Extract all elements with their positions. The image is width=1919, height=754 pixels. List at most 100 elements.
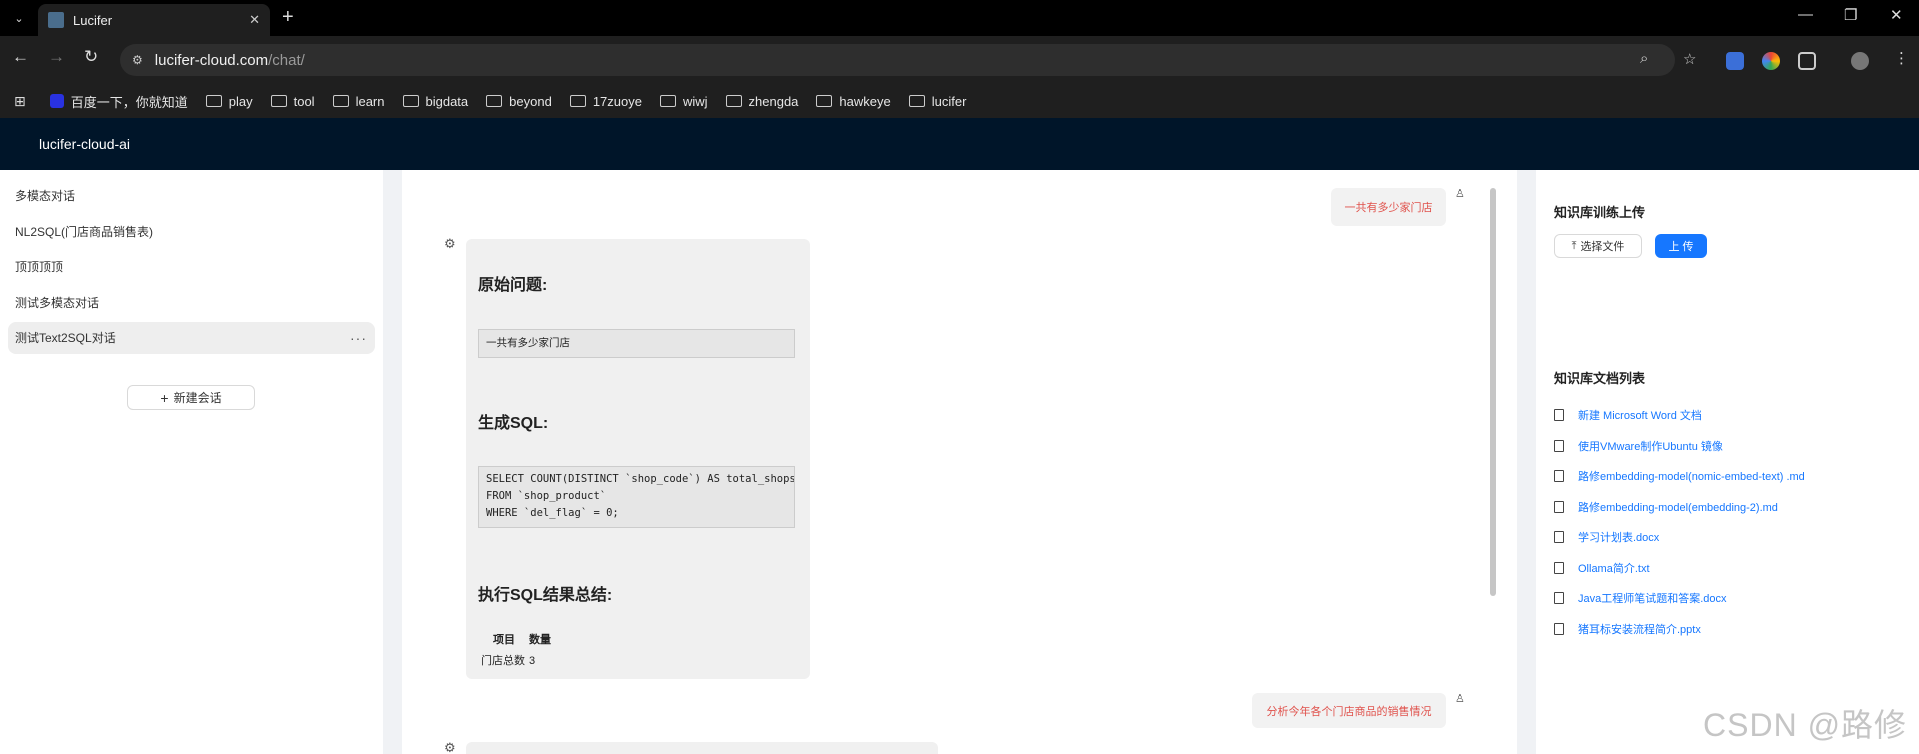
upload-button[interactable]: 上 传 xyxy=(1655,234,1707,258)
bookmark-item[interactable]: play xyxy=(205,93,253,109)
select-file-button[interactable]: ⤒ 选择文件 xyxy=(1554,234,1642,258)
minimize-icon[interactable]: — xyxy=(1798,6,1813,23)
bookmark-item[interactable]: wiwj xyxy=(659,94,708,109)
bookmark-label: tool xyxy=(293,93,315,109)
docs-section-title: 知识库文档列表 xyxy=(1554,371,1646,386)
document-name[interactable]: 路修embedding-model(nomic-embed-text) .md xyxy=(1578,468,1805,484)
conversation-item[interactable]: 测试多模态对话 xyxy=(8,287,375,319)
bookmark-star-icon[interactable]: ☆ xyxy=(1683,50,1696,68)
bookmark-label: hawkeye xyxy=(839,93,891,109)
bookmark-item[interactable]: 17zuoye xyxy=(569,94,642,109)
document-name[interactable]: 新建 Microsoft Word 文档 xyxy=(1578,407,1702,423)
conversation-label: 多模态对话 xyxy=(15,189,76,203)
file-icon xyxy=(1554,500,1564,513)
folder-icon xyxy=(486,95,503,107)
file-icon xyxy=(1554,561,1564,574)
zoom-icon[interactable]: ⌕ xyxy=(1640,50,1648,67)
document-name[interactable]: 猪耳标安装流程简介.pptx xyxy=(1578,621,1701,637)
sql-heading: 生成SQL: xyxy=(478,415,549,432)
extensions-puzzle-icon[interactable] xyxy=(1798,52,1816,70)
folder-icon xyxy=(725,95,742,107)
more-options-icon[interactable]: ··· xyxy=(350,322,367,354)
chat-scrollbar[interactable] xyxy=(1490,188,1496,596)
file-icon xyxy=(1554,439,1564,452)
user-message-text: 分析今年各个门店商品的销售情况 xyxy=(1266,705,1432,718)
document-item[interactable]: Java工程师笔试题和答案.docx xyxy=(1554,590,1727,606)
bookmark-label: lucifer xyxy=(931,93,967,109)
back-arrow-icon[interactable]: ← xyxy=(12,47,29,67)
close-window-icon[interactable]: ✕ xyxy=(1890,6,1903,24)
apps-grid-icon[interactable]: ⊞ xyxy=(14,93,26,110)
document-item[interactable]: 猪耳标安装流程简介.pptx xyxy=(1554,621,1701,637)
table-cell: 门店总数 xyxy=(481,655,525,667)
user-avatar-icon: ♙ xyxy=(1455,188,1465,200)
browser-tab-bar: ⌄ Lucifer ✕ + — ❐ ✕ xyxy=(0,0,1919,36)
new-tab-plus-icon[interactable]: + xyxy=(282,6,294,29)
bookmark-item[interactable]: 百度一下，你就知道 xyxy=(49,92,188,111)
translate-extension-icon[interactable] xyxy=(1726,52,1744,70)
bookmark-item[interactable]: tool xyxy=(270,93,315,109)
profile-avatar[interactable] xyxy=(1851,52,1869,70)
bookmark-label: zhengda xyxy=(748,93,799,109)
bookmark-item[interactable]: hawkeye xyxy=(816,93,891,109)
file-icon xyxy=(1554,409,1564,421)
original-question-text: 一共有多少家门店 xyxy=(486,337,570,349)
app-title: lucifer-cloud-ai xyxy=(39,136,131,152)
new-conversation-button[interactable]: + 新建会话 xyxy=(127,385,255,410)
bookmark-item[interactable]: lucifer xyxy=(908,93,967,109)
conversation-item[interactable]: NL2SQL(门店商品销售表) xyxy=(8,216,375,248)
conversation-item[interactable]: 顶顶顶顶 xyxy=(8,251,375,283)
new-conversation-label: 新建会话 xyxy=(173,391,222,405)
document-item[interactable]: Ollama简介.txt xyxy=(1554,560,1650,576)
tab-search-chevron-icon[interactable]: ⌄ xyxy=(8,8,30,28)
browser-menu-icon[interactable]: ⋮ xyxy=(1894,49,1909,67)
conversation-item[interactable]: 多模态对话 xyxy=(8,180,375,212)
browser-tab[interactable]: Lucifer ✕ xyxy=(38,4,270,36)
file-icon xyxy=(1554,531,1564,543)
document-name[interactable]: Ollama简介.txt xyxy=(1578,560,1650,576)
document-name[interactable]: 路修embedding-model(embedding-2).md xyxy=(1578,499,1778,515)
bookmark-label: 百度一下，你就知道 xyxy=(70,94,188,110)
close-tab-icon[interactable]: ✕ xyxy=(249,12,260,28)
bookmark-label: learn xyxy=(355,93,385,109)
document-item[interactable]: 使用VMware制作Ubuntu 镜像 xyxy=(1554,438,1723,454)
conversation-label: 测试Text2SQL对话 xyxy=(15,331,116,345)
watermark: CSDN @路修 xyxy=(1703,707,1908,743)
bookmark-label: beyond xyxy=(509,93,552,109)
document-name[interactable]: 使用VMware制作Ubuntu 镜像 xyxy=(1578,438,1723,454)
bookmark-item[interactable]: zhengda xyxy=(725,93,799,109)
document-item[interactable]: 路修embedding-model(nomic-embed-text) .md xyxy=(1554,468,1805,484)
bookmark-label: play xyxy=(228,93,253,109)
upload-icon: ⤒ xyxy=(1571,239,1577,252)
result-table-header: 项目 数量 xyxy=(493,631,565,647)
document-name[interactable]: Java工程师笔试题和答案.docx xyxy=(1578,590,1727,606)
conversation-item[interactable]: 测试Text2SQL对话 ··· xyxy=(8,322,375,354)
document-name[interactable]: 学习计划表.docx xyxy=(1578,529,1659,545)
reload-icon[interactable]: ↻ xyxy=(84,47,98,67)
tab-title: Lucifer xyxy=(73,12,113,28)
conversation-label: 测试多模态对话 xyxy=(15,295,100,310)
upload-label: 上 传 xyxy=(1668,241,1694,253)
chrome-extension-icon[interactable] xyxy=(1762,52,1780,70)
document-item[interactable]: 学习计划表.docx xyxy=(1554,529,1659,545)
favicon-icon xyxy=(48,12,64,28)
table-header-cell: 数量 xyxy=(529,634,551,646)
forward-arrow-icon[interactable]: → xyxy=(48,47,65,67)
file-icon xyxy=(1554,470,1564,482)
bot-message-bubble: 原始问题: 一共有多少家门店 生成SQL: SELECT COUNT(DISTI… xyxy=(466,239,810,679)
bookmark-item[interactable]: beyond xyxy=(486,94,552,109)
document-item[interactable]: 路修embedding-model(embedding-2).md xyxy=(1554,499,1778,515)
folder-icon xyxy=(402,95,419,107)
bookmark-item[interactable]: learn xyxy=(332,93,385,109)
restore-icon[interactable]: ❐ xyxy=(1844,6,1857,24)
document-item[interactable]: 新建 Microsoft Word 文档 xyxy=(1554,407,1702,423)
baidu-icon xyxy=(49,94,64,108)
site-info-icon[interactable]: ⚙ xyxy=(132,53,143,67)
bookmarks-bar: ⊞ 百度一下，你就知道 play tool learn bigdata beyond 17z… xyxy=(0,84,1919,118)
sql-line: SELECT COUNT(DISTINCT `shop_code`) AS to… xyxy=(486,473,795,485)
app-header: lucifer-cloud-ai xyxy=(0,118,1919,170)
sql-line: WHERE `del_flag` = 0; xyxy=(486,507,619,519)
table-row: 门店总数 3 xyxy=(481,652,539,668)
address-bar[interactable]: ⚙ lucifer-cloud.com/chat/ ⌕ ☆ xyxy=(120,44,1696,76)
bookmark-item[interactable]: bigdata xyxy=(402,94,468,109)
